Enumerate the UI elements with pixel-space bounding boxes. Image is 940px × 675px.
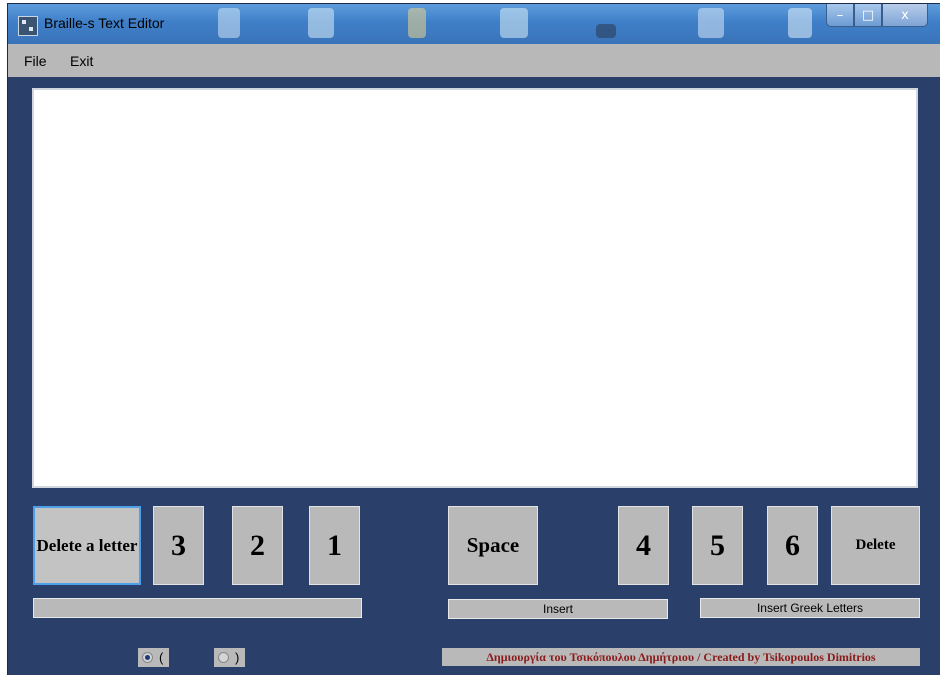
app-window: Braille-s Text Editor – □ x File Exit De… [8, 4, 940, 675]
dot-1-button[interactable]: 1 [309, 506, 360, 585]
insert-button[interactable]: Insert [448, 599, 668, 619]
radio-close-paren[interactable]: ) [214, 647, 246, 667]
braille-preview-bar[interactable] [33, 598, 362, 618]
menu-exit[interactable]: Exit [70, 53, 93, 69]
window-title: Braille-s Text Editor [44, 15, 165, 31]
radio-close-paren-label: ) [235, 649, 240, 665]
dot-6-button[interactable]: 6 [767, 506, 818, 585]
dot-2-button[interactable]: 2 [232, 506, 283, 585]
dot-5-button[interactable]: 5 [692, 506, 743, 585]
braille-text-area[interactable] [32, 88, 918, 488]
radio-checked-icon[interactable] [142, 651, 153, 663]
delete-letter-button[interactable]: Delete a letter [33, 506, 141, 585]
minimize-button[interactable]: – [826, 4, 854, 27]
radio-open-paren-label: ( [159, 649, 164, 665]
menu-file[interactable]: File [24, 53, 47, 69]
dot-4-button[interactable]: 4 [618, 506, 669, 585]
radio-open-paren[interactable]: ( [138, 647, 170, 667]
close-button[interactable]: x [882, 4, 928, 27]
window-controls: – □ x [826, 4, 928, 27]
menu-bar: File Exit [8, 44, 940, 77]
app-icon [18, 16, 38, 36]
space-button[interactable]: Space [448, 506, 538, 585]
maximize-button[interactable]: □ [854, 4, 882, 27]
credits-label: Δημιουργία του Τσικόπουλου Δημήτριου / C… [442, 648, 920, 666]
delete-button[interactable]: Delete [831, 506, 920, 585]
insert-greek-letters-button[interactable]: Insert Greek Letters [700, 598, 920, 618]
title-bar[interactable]: Braille-s Text Editor – □ x [8, 4, 940, 44]
dot-3-button[interactable]: 3 [153, 506, 204, 585]
radio-unchecked-icon[interactable] [218, 651, 229, 663]
